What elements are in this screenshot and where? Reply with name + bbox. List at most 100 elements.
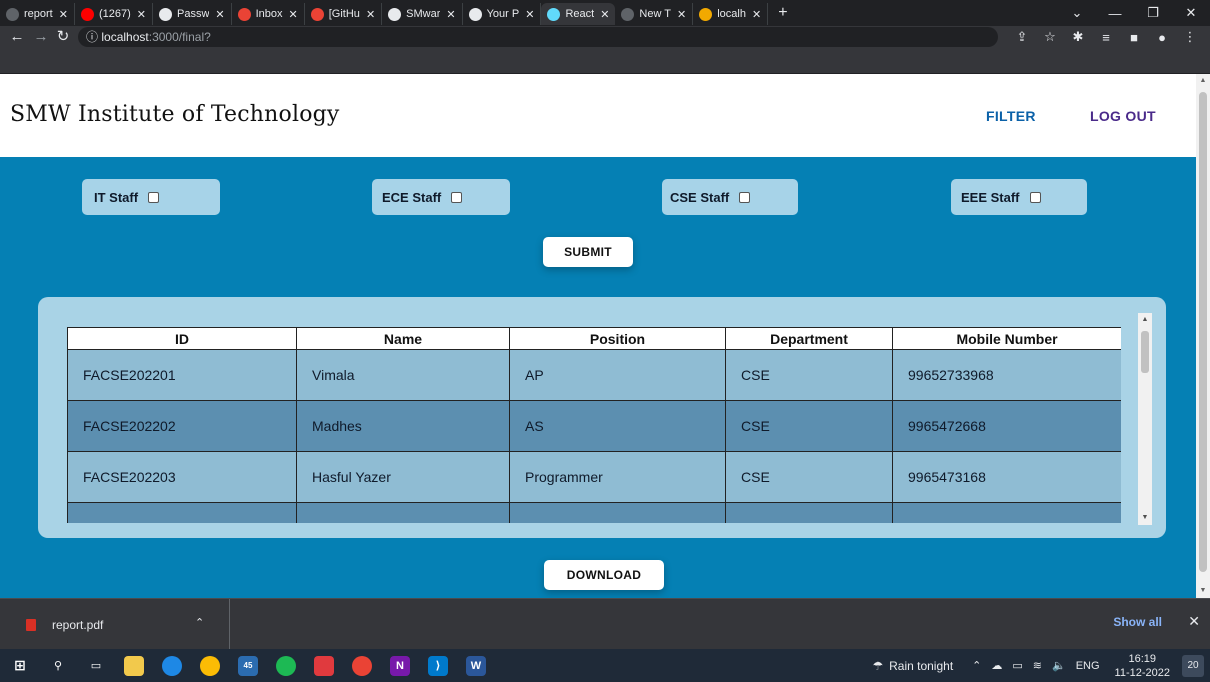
browser-tab[interactable]: SMwar ✕ bbox=[382, 3, 463, 25]
filter-link[interactable]: FILTER bbox=[986, 108, 1036, 124]
profile-avatar[interactable]: ● bbox=[1148, 30, 1176, 45]
browser-tab[interactable]: (1267) ✕ bbox=[75, 3, 153, 25]
download-button[interactable]: DOWNLOAD bbox=[544, 560, 664, 590]
reload-button[interactable]: ↻ bbox=[52, 26, 74, 48]
logout-link[interactable]: LOG OUT bbox=[1090, 108, 1156, 124]
language-indicator[interactable]: ENG bbox=[1076, 660, 1100, 672]
reading-list-icon[interactable]: ≡ bbox=[1092, 30, 1120, 45]
cell-mobile: 9965473168 bbox=[892, 451, 1121, 503]
tab-close-icon[interactable]: ✕ bbox=[215, 8, 224, 21]
share-icon[interactable]: ⇪ bbox=[1008, 29, 1036, 45]
cse-staff-checkbox[interactable] bbox=[739, 191, 751, 203]
cell-department: CSE bbox=[725, 451, 893, 503]
scroll-down-arrow-icon[interactable]: ▼ bbox=[1138, 511, 1152, 525]
page-scroll-up-icon[interactable]: ▲ bbox=[1196, 74, 1210, 88]
bookmark-star-icon[interactable]: ☆ bbox=[1036, 29, 1064, 45]
new-tab-button[interactable]: + bbox=[778, 4, 787, 22]
tab-close-icon[interactable]: ✕ bbox=[446, 8, 455, 21]
extensions-puzzle-icon[interactable]: ✱ bbox=[1064, 29, 1092, 45]
onedrive-cloud-icon[interactable]: ☁ bbox=[991, 659, 1002, 672]
maximize-button[interactable]: ❐ bbox=[1134, 5, 1172, 21]
tab-title: localh bbox=[717, 8, 746, 20]
tab-close-icon[interactable]: ✕ bbox=[59, 8, 68, 21]
scroll-up-arrow-icon[interactable]: ▲ bbox=[1138, 313, 1152, 327]
window-controls: ⌄ — ❐ ✕ bbox=[1058, 0, 1210, 26]
cell-department: CSE bbox=[725, 400, 893, 452]
browser-tab[interactable]: New T ✕ bbox=[615, 3, 694, 25]
notification-center-icon[interactable]: 20 bbox=[1182, 654, 1204, 677]
mail-icon[interactable]: 45 bbox=[238, 655, 258, 676]
staff-table-scroll-area[interactable]: ID Name Position Department Mobile Numbe… bbox=[67, 327, 1121, 523]
eee-staff-checkbox[interactable] bbox=[1029, 191, 1041, 203]
close-downloads-icon[interactable]: ✕ bbox=[1188, 613, 1200, 630]
youtube-favicon-icon bbox=[80, 7, 94, 21]
wifi-icon[interactable]: ≋ bbox=[1033, 659, 1042, 672]
table-row: FACSE202201 Vimala AP CSE 99652733968 bbox=[67, 349, 1121, 401]
filter-cse-staff[interactable]: CSE Staff bbox=[662, 179, 798, 215]
battery-icon[interactable]: ▭ bbox=[1012, 659, 1022, 672]
tab-title: [GitHu bbox=[328, 8, 360, 20]
table-scroll-thumb[interactable] bbox=[1141, 331, 1149, 373]
page-scroll-thumb[interactable] bbox=[1199, 92, 1207, 572]
page-scrollbar[interactable]: ▲ ▼ bbox=[1196, 74, 1210, 598]
forward-button[interactable]: → bbox=[30, 26, 52, 48]
edge-icon[interactable] bbox=[162, 655, 182, 676]
filter-ece-staff[interactable]: ECE Staff bbox=[372, 179, 510, 215]
chrome-icon[interactable] bbox=[200, 655, 220, 676]
browser-tab[interactable]: React ✕ bbox=[541, 3, 616, 25]
tab-close-icon[interactable]: ✕ bbox=[289, 8, 298, 21]
info-icon[interactable]: ⓘ bbox=[86, 30, 98, 44]
windows-start-icon[interactable]: ⊞ bbox=[10, 656, 30, 676]
clock-time: 16:19 bbox=[1128, 652, 1157, 665]
tab-close-icon[interactable]: ✕ bbox=[366, 8, 375, 21]
browser-tab[interactable]: [GitHu ✕ bbox=[305, 3, 383, 25]
table-scrollbar[interactable]: ▲ ▼ bbox=[1138, 313, 1152, 525]
side-panel-icon[interactable]: ■ bbox=[1120, 30, 1148, 45]
col-header-mobile: Mobile Number bbox=[892, 327, 1121, 350]
word-icon[interactable]: W bbox=[466, 655, 486, 676]
vscode-icon[interactable]: ⟩ bbox=[428, 655, 448, 676]
download-item[interactable]: report.pdf ⌃ bbox=[0, 599, 230, 650]
cell-id: FACSE202201 bbox=[67, 349, 297, 401]
clock[interactable]: 16:19 11-12-2022 bbox=[1115, 652, 1170, 680]
browser-toolbar: ← → ↻ ⓘ localhost:3000/final? ⇪ ☆ ✱ ≡ ■ … bbox=[0, 26, 1210, 74]
cell-mobile: 99652733968 bbox=[892, 349, 1121, 401]
browser-tab[interactable]: localh ✕ bbox=[693, 3, 769, 25]
search-icon[interactable]: ⚲ bbox=[48, 656, 68, 676]
filter-label: IT Staff bbox=[94, 189, 139, 205]
spotify-icon[interactable] bbox=[276, 655, 296, 676]
back-button[interactable]: ← bbox=[6, 26, 28, 48]
file-explorer-icon[interactable] bbox=[124, 655, 144, 676]
windows-taskbar: ⊞ ⚲ ▭ 45 N ⟩ W ☂ Rain tonight ⌃ ☁ ▭ ≋ 🔈 … bbox=[0, 649, 1210, 682]
browser-tab[interactable]: Passw ✕ bbox=[153, 3, 232, 25]
show-all-button[interactable]: Show all bbox=[1113, 615, 1162, 629]
tray-chevron-icon[interactable]: ⌃ bbox=[972, 659, 981, 672]
tab-close-icon[interactable]: ✕ bbox=[600, 8, 609, 21]
onenote-icon[interactable]: N bbox=[390, 655, 410, 676]
tab-close-icon[interactable]: ✕ bbox=[137, 8, 146, 21]
browser-tab[interactable]: Inbox ✕ bbox=[232, 3, 305, 25]
ece-staff-checkbox[interactable] bbox=[451, 191, 463, 203]
page-header: SMW Institute of Technology FILTER LOG O… bbox=[0, 74, 1196, 157]
tab-close-icon[interactable]: ✕ bbox=[752, 8, 761, 21]
filter-eee-staff[interactable]: EEE Staff bbox=[951, 179, 1087, 215]
menu-kebab-icon[interactable]: ⋮ bbox=[1176, 29, 1204, 45]
volume-icon[interactable]: 🔈 bbox=[1052, 659, 1066, 672]
page-scroll-down-icon[interactable]: ▼ bbox=[1196, 584, 1210, 598]
tab-close-icon[interactable]: ✕ bbox=[525, 8, 534, 21]
address-bar[interactable]: ⓘ localhost:3000/final? bbox=[78, 27, 998, 47]
weather-text[interactable]: Rain tonight bbox=[889, 659, 953, 673]
task-view-icon[interactable]: ▭ bbox=[86, 656, 106, 676]
filter-it-staff[interactable]: IT Staff bbox=[82, 179, 220, 215]
it-staff-checkbox[interactable] bbox=[148, 191, 160, 203]
minimize-button[interactable]: — bbox=[1096, 6, 1134, 21]
browser-tab[interactable]: Your P ✕ bbox=[463, 3, 542, 25]
office-icon[interactable] bbox=[314, 655, 334, 676]
tab-close-icon[interactable]: ✕ bbox=[677, 8, 686, 21]
submit-button[interactable]: SUBMIT bbox=[543, 237, 633, 267]
tab-search-icon[interactable]: ⌄ bbox=[1058, 5, 1096, 21]
chevron-up-icon[interactable]: ⌃ bbox=[195, 616, 204, 629]
browser-tab[interactable]: report ✕ bbox=[0, 3, 75, 25]
close-window-button[interactable]: ✕ bbox=[1172, 5, 1210, 21]
chrome-profile-icon[interactable] bbox=[352, 655, 372, 676]
